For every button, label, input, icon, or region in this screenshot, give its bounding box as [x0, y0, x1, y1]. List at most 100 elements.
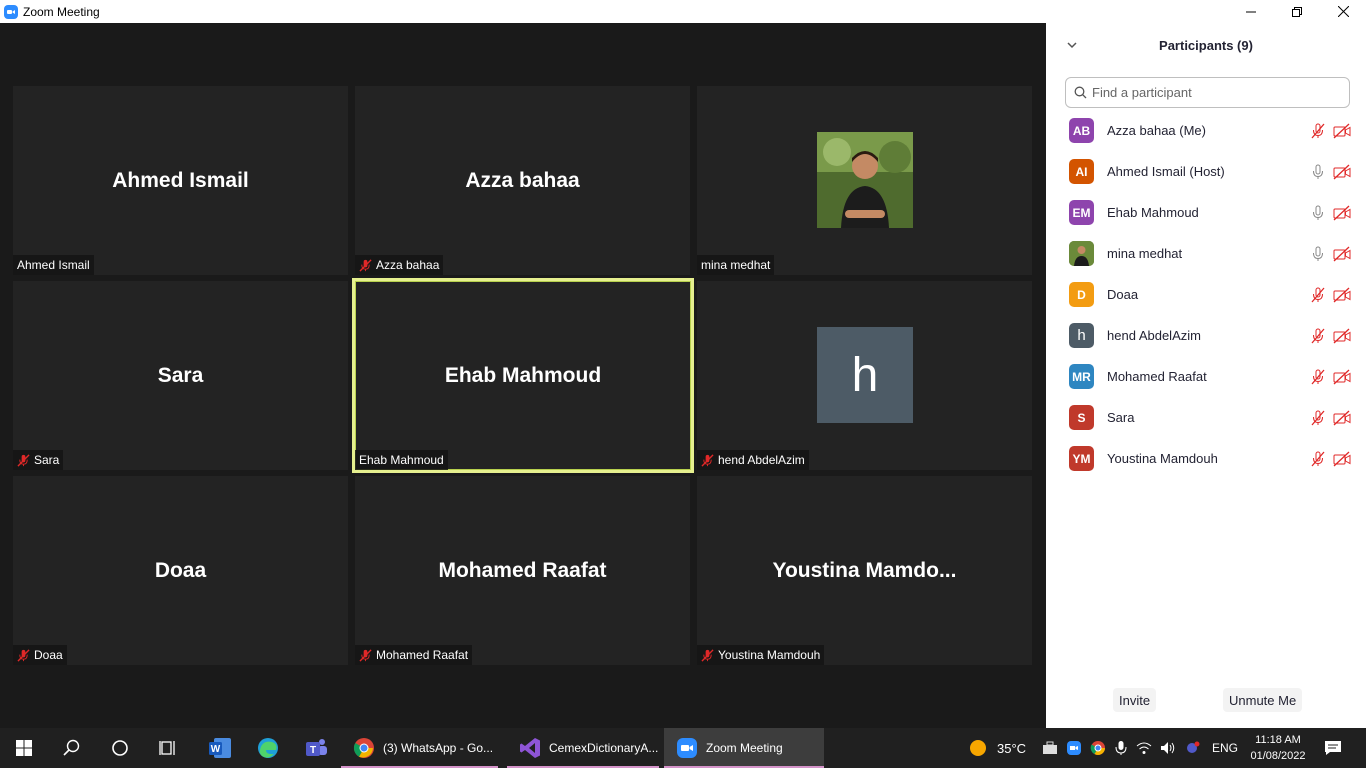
participant-row[interactable]: mina medhat — [1046, 233, 1366, 274]
participants-footer: Invite Unmute Me — [1046, 686, 1366, 716]
taskbar-app-visual-studio[interactable]: CemexDictionaryA... — [507, 728, 659, 768]
teams-tray-icon[interactable] — [1184, 740, 1200, 756]
participant-avatar: D — [1069, 282, 1094, 307]
participant-row[interactable]: AI Ahmed Ismail (Host) — [1046, 151, 1366, 192]
invite-button[interactable]: Invite — [1113, 688, 1157, 712]
tile-name-label: Youstina Mamdouh — [697, 645, 825, 665]
mic-muted-icon[interactable] — [1310, 123, 1326, 139]
video-tile-azza-bahaa[interactable]: Azza bahaa Azza bahaa — [355, 86, 690, 275]
close-icon — [1337, 6, 1349, 17]
volume-icon[interactable] — [1160, 741, 1176, 755]
unmute-me-button[interactable]: Unmute Me — [1223, 688, 1303, 712]
mic-muted-icon[interactable] — [1310, 369, 1326, 385]
cortana-button[interactable] — [96, 728, 144, 768]
tile-name-label: Azza bahaa — [355, 255, 444, 275]
tile-center-name: Youstina Mamdo... — [772, 558, 957, 582]
gallery-view: Ahmed Ismail Ahmed Ismail Azza bahaa Azz… — [0, 23, 1046, 728]
participant-row[interactable]: MR Mohamed Raafat — [1046, 356, 1366, 397]
input-language[interactable]: ENG — [1212, 728, 1238, 768]
mic-icon[interactable] — [1310, 164, 1326, 180]
video-off-icon[interactable] — [1333, 451, 1351, 467]
mic-muted-icon — [17, 648, 30, 662]
mic-icon[interactable] — [1310, 205, 1326, 221]
taskbar-app-chrome-whatsapp[interactable]: (3) WhatsApp - Go... — [341, 728, 498, 768]
taskbar-word[interactable]: W — [196, 728, 244, 768]
tile-name-label: Sara — [13, 450, 64, 470]
teams-icon: T — [306, 739, 327, 756]
video-tile-sara[interactable]: Sara Sara — [13, 281, 348, 470]
temperature: 35°C — [997, 740, 1027, 756]
participant-name: Youstina Mamdouh — [1107, 451, 1218, 466]
video-tile-mohamed-raafat[interactable]: Mohamed Raafat Mohamed Raafat — [355, 476, 690, 665]
mic-muted-icon — [17, 453, 30, 467]
video-tile-mina-medhat[interactable]: mina medhat — [697, 86, 1032, 275]
participant-name: Mohamed Raafat — [1107, 369, 1207, 384]
video-off-icon[interactable] — [1333, 123, 1351, 139]
zoom-tray-icon[interactable] — [1066, 740, 1082, 756]
minimize-icon — [1246, 11, 1256, 12]
search-input[interactable] — [1092, 85, 1332, 100]
title-bar: Zoom Meeting — [0, 0, 1366, 23]
taskbar-app-zoom[interactable]: Zoom Meeting — [664, 728, 824, 768]
close-button[interactable] — [1320, 0, 1366, 23]
task-view-button[interactable] — [144, 728, 192, 768]
search-button[interactable] — [48, 728, 96, 768]
video-off-icon[interactable] — [1333, 164, 1351, 180]
participant-name: Ahmed Ismail (Host) — [1107, 164, 1225, 179]
mic-icon[interactable] — [1310, 246, 1326, 262]
mic-muted-icon — [701, 648, 714, 662]
notification-center-button[interactable] — [1310, 728, 1356, 768]
participant-search-box[interactable] — [1065, 77, 1350, 108]
mic-muted-icon[interactable] — [1310, 287, 1326, 303]
window-title: Zoom Meeting — [23, 4, 100, 19]
restore-button[interactable] — [1274, 0, 1320, 23]
participant-avatar: h — [1069, 323, 1094, 348]
participants-panel: Participants (9) AB Azza bahaa (Me) AI A… — [1046, 23, 1366, 728]
wifi-icon[interactable] — [1136, 741, 1152, 755]
taskbar-edge[interactable] — [244, 728, 292, 768]
participant-avatar: AI — [1069, 159, 1094, 184]
video-tile-hend-abdelazim[interactable]: h hend AbdelAzim — [697, 281, 1032, 470]
video-tile-youstina-mamdouh[interactable]: Youstina Mamdo... Youstina Mamdouh — [697, 476, 1032, 665]
video-tile-doaa[interactable]: Doaa Doaa — [13, 476, 348, 665]
video-off-icon[interactable] — [1333, 287, 1351, 303]
video-off-icon[interactable] — [1333, 410, 1351, 426]
participant-avatar: MR — [1069, 364, 1094, 389]
participant-name: mina medhat — [1107, 246, 1183, 261]
mic-muted-icon[interactable] — [1310, 410, 1326, 426]
chrome-tray-icon[interactable] — [1090, 740, 1106, 756]
participant-row[interactable]: h hend AbdelAzim — [1046, 315, 1366, 356]
weather-widget[interactable]: 35°C — [968, 728, 1026, 768]
microphone-tray-icon[interactable] — [1114, 740, 1128, 756]
video-off-icon[interactable] — [1333, 369, 1351, 385]
participant-row[interactable]: YM Youstina Mamdouh — [1046, 438, 1366, 479]
minimize-button[interactable] — [1228, 0, 1274, 23]
video-off-icon[interactable] — [1333, 205, 1351, 221]
video-tile-ehab-mahmoud-active-speaker[interactable]: Ehab Mahmoud Ehab Mahmoud — [352, 278, 694, 473]
mic-muted-icon[interactable] — [1310, 451, 1326, 467]
participant-row[interactable]: D Doaa — [1046, 274, 1366, 315]
participant-row[interactable]: S Sara — [1046, 397, 1366, 438]
tile-center-name: Ehab Mahmoud — [444, 363, 602, 387]
clock[interactable]: 11:18 AM 01/08/2022 — [1248, 732, 1308, 764]
participant-row[interactable]: EM Ehab Mahmoud — [1046, 192, 1366, 233]
tile-center-name: Azza bahaa — [465, 168, 580, 192]
participant-name: Doaa — [1107, 287, 1139, 302]
tile-name-label: Doaa — [13, 645, 67, 665]
video-off-icon[interactable] — [1333, 328, 1351, 344]
start-button[interactable] — [0, 728, 48, 768]
video-tile-ahmed-ismail[interactable]: Ahmed Ismail Ahmed Ismail — [13, 86, 348, 275]
mic-muted-icon — [701, 453, 714, 467]
tile-center-name: Sara — [157, 363, 204, 387]
windows-logo-icon — [16, 740, 32, 756]
briefcase-icon[interactable] — [1042, 741, 1058, 755]
taskbar-teams[interactable]: T — [292, 728, 340, 768]
tile-name-label: mina medhat — [697, 255, 775, 275]
participant-avatar-photo — [1069, 241, 1094, 266]
video-off-icon[interactable] — [1333, 246, 1351, 262]
mic-muted-icon[interactable] — [1310, 328, 1326, 344]
participant-avatar: AB — [1069, 118, 1094, 143]
mic-muted-icon — [359, 258, 372, 272]
participant-row[interactable]: AB Azza bahaa (Me) — [1046, 110, 1366, 151]
zoom-icon — [677, 738, 697, 758]
